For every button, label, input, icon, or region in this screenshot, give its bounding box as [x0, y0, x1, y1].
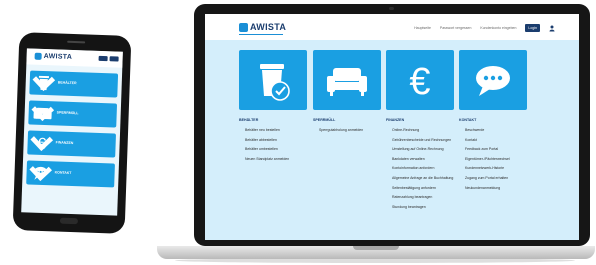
top-nav: Hauptseite Passwort vergessen Kundenkont… — [414, 24, 555, 32]
phone-menu-button[interactable] — [109, 56, 119, 62]
link-item[interactable]: Gebührenbescheide und Rechnungen — [386, 138, 456, 143]
phone-header-button[interactable] — [98, 55, 108, 62]
phone-item-finanzen[interactable]: € FINANZEN — [27, 130, 117, 158]
logo-mark-icon — [34, 52, 42, 60]
awista-logo[interactable]: AWISTA — [239, 22, 286, 32]
tile-sperrmuell[interactable] — [313, 50, 381, 110]
link-item[interactable]: Allgemeine Anfrage an die Buchhaltung — [386, 176, 456, 181]
column-title: SPERRMÜLL — [313, 118, 336, 122]
phone-screen: AWISTA BEHÄLTER SPERRMÜLL € FINANZEN KON… — [21, 48, 123, 216]
tile-behaelter[interactable] — [239, 50, 307, 110]
link-item[interactable]: Behälter neu bestellen — [239, 128, 309, 133]
logo-text: AWISTA — [250, 22, 287, 32]
chevron-down-icon — [29, 166, 52, 182]
tile-kontakt[interactable] — [459, 50, 527, 110]
column-title: BEHÄLTER — [239, 118, 259, 122]
login-button[interactable]: Login — [525, 24, 540, 32]
nav-link-passwort[interactable]: Passwort vergessen — [440, 26, 472, 30]
link-item[interactable]: Neuen Standplatz anmelden — [239, 157, 309, 162]
link-item[interactable]: Ratenzahlung beantragen — [386, 195, 456, 200]
link-item[interactable]: Online-Rechnung — [386, 128, 456, 133]
waste-bin-icon — [260, 64, 290, 101]
phone-item-kontakt[interactable]: KONTAKT — [26, 160, 115, 188]
link-item[interactable]: Eigentümer-/Pächterwechsel — [459, 157, 529, 162]
site-header: AWISTA Hauptseite Passwort vergessen Kun… — [205, 14, 579, 40]
nav-link-kundenkonto[interactable]: Kundenkonto eingeben — [480, 26, 516, 30]
laptop-frame: AWISTA Hauptseite Passwort vergessen Kun… — [194, 4, 590, 246]
chevron-down-icon — [32, 76, 56, 92]
phone-item-sperrmuell[interactable]: SPERRMÜLL — [28, 100, 118, 128]
phone-logo[interactable]: AWISTA — [34, 52, 73, 61]
phone-item-label: KONTAKT — [54, 170, 72, 176]
link-item[interactable]: Umstellung auf Online-Rechnung — [386, 147, 456, 152]
euro-icon: € — [409, 61, 430, 103]
column-sperrmuell: SPERRMÜLL Sperrgutabholung anmelden — [313, 118, 383, 138]
link-item[interactable]: Kontoinformation anfordern — [386, 166, 456, 171]
link-item[interactable]: Kundennetzwerk-Historie — [459, 166, 529, 171]
column-title: KONTAKT — [459, 118, 477, 122]
phone-frame: AWISTA BEHÄLTER SPERRMÜLL € FINANZEN KON… — [12, 32, 132, 234]
chevron-down-icon — [31, 106, 55, 122]
phone-logo-text: AWISTA — [43, 52, 73, 61]
link-item[interactable]: Zugang zum Portal erhalten — [459, 176, 529, 181]
nav-link-hauptseite[interactable]: Hauptseite — [414, 26, 431, 30]
link-item[interactable]: Kontakt — [459, 138, 529, 143]
phone-item-behaelter[interactable]: BEHÄLTER — [29, 70, 119, 98]
link-item[interactable]: Beschwerde — [459, 128, 529, 133]
phone-item-label: BEHÄLTER — [57, 80, 77, 86]
user-icon[interactable] — [549, 25, 555, 32]
link-item[interactable]: Neukundenanmeldung — [459, 186, 529, 191]
phone-home-button[interactable] — [59, 217, 79, 225]
chat-bubble-icon — [476, 66, 510, 96]
link-item[interactable]: Stundung beantragen — [386, 205, 456, 210]
laptop-notch — [353, 246, 399, 250]
logo-mark-icon — [239, 22, 248, 32]
phone-item-label: FINANZEN — [55, 140, 74, 146]
svg-text:€: € — [409, 61, 430, 103]
link-item[interactable]: Behälter abbestellen — [239, 138, 309, 143]
phone-speaker — [67, 40, 86, 44]
link-item[interactable]: Sperrgutabholung anmelden — [313, 128, 383, 133]
column-behaelter: BEHÄLTER Behälter neu bestellen Behälter… — [239, 118, 309, 166]
service-area: € BEHÄLTER Behälter neu bestellen Behält… — [205, 40, 579, 240]
column-kontakt: KONTAKT Beschwerde Kontakt Feedback zum … — [459, 118, 529, 195]
camera — [389, 7, 394, 10]
column-title: FINANZEN — [386, 118, 405, 122]
tile-finanzen[interactable]: € — [386, 50, 454, 110]
laptop-screen: AWISTA Hauptseite Passwort vergessen Kun… — [205, 14, 579, 240]
logo-underline — [239, 34, 283, 35]
sofa-icon — [327, 68, 367, 96]
link-item[interactable]: Seitenbestätigung anfordern — [386, 186, 456, 191]
link-item[interactable]: Behälter umbestellen — [239, 147, 309, 152]
link-item[interactable]: Feedback zum Portal — [459, 147, 529, 152]
laptop-base — [157, 246, 595, 259]
phone-header: AWISTA — [26, 48, 123, 68]
chevron-down-icon — [30, 136, 54, 152]
link-item[interactable]: Bankdaten verwalten — [386, 157, 456, 162]
column-finanzen: FINANZEN Online-Rechnung Gebührenbeschei… — [386, 118, 456, 214]
phone-item-label: SPERRMÜLL — [56, 110, 79, 116]
